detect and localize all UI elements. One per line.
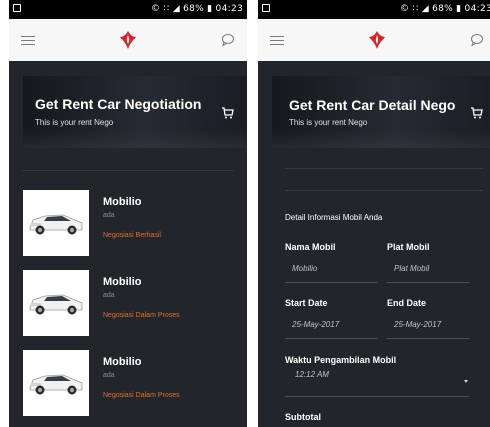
divider — [23, 170, 233, 171]
plat-mobil-label: Plat Mobil — [387, 242, 430, 252]
item-status: Negosiasi Dalam Proses — [103, 312, 180, 319]
chat-icon[interactable] — [470, 33, 484, 47]
nama-mobil-label: Nama Mobil — [285, 242, 336, 252]
list-item[interactable]: Mobilio ada Negosiasi Berhasil — [23, 190, 247, 256]
chat-icon[interactable] — [221, 33, 235, 47]
app-bar — [9, 19, 247, 61]
start-date-underline — [285, 338, 377, 339]
page-title: Get Rent Car Detail Nego — [289, 97, 456, 113]
status-bar-info: © ∷ ◢ 68% ▮ 04:23 — [400, 4, 490, 14]
notification-icon — [13, 4, 21, 12]
car-image — [23, 270, 89, 336]
waktu-label: Waktu Pengambilan Mobil — [285, 355, 397, 365]
item-title: Mobilio — [103, 196, 142, 208]
page-subtitle: This is your rent Nego — [35, 118, 114, 127]
logo-icon[interactable] — [366, 29, 388, 51]
plat-mobil-underline — [387, 282, 469, 283]
cart-icon[interactable] — [221, 106, 235, 120]
negotiation-detail-screen: © ∷ ◢ 68% ▮ 04:23 Get Rent Car Detail Ne… — [258, 0, 490, 427]
status-bar-info: © ∷ ◢ 68% ▮ 04:23 — [151, 4, 243, 14]
end-date-label: End Date — [387, 298, 427, 308]
section-label: Detail Informasi Mobil Anda — [285, 213, 383, 222]
item-status: Negosiasi Dalam Proses — [103, 392, 180, 399]
item-subtitle: ada — [103, 212, 115, 219]
logo-icon[interactable] — [117, 29, 139, 51]
page-title: Get Rent Car Negotiation — [35, 96, 202, 112]
notification-icon — [262, 4, 270, 12]
end-date-value[interactable]: 25-May-2017 — [394, 320, 441, 329]
divider — [285, 190, 483, 191]
divider — [285, 168, 483, 169]
item-subtitle: ada — [103, 292, 115, 299]
list-item[interactable]: Mobilio ada Negosiasi Dalam Proses — [23, 270, 247, 336]
list-item[interactable]: Mobilio ada Negosiasi Dalam Proses — [23, 350, 247, 416]
subtotal-label: Subtotal — [285, 412, 321, 422]
dropdown-arrow-icon[interactable] — [464, 380, 468, 383]
end-date-underline — [387, 338, 469, 339]
cart-icon[interactable] — [470, 106, 484, 120]
page-subtitle: This is your rent Nego — [289, 118, 368, 127]
car-image — [23, 190, 89, 256]
start-date-label: Start Date — [285, 298, 328, 308]
menu-icon[interactable] — [270, 36, 284, 45]
item-title: Mobilio — [103, 356, 142, 368]
plat-mobil-value[interactable]: Plat Mobil — [394, 264, 429, 273]
waktu-underline — [285, 396, 469, 397]
start-date-value[interactable]: 25-May-2017 — [292, 320, 339, 329]
page-header: Get Rent Car Detail Nego This is your re… — [272, 76, 490, 148]
nama-mobil-value[interactable]: Mobilio — [292, 264, 317, 273]
status-bar: © ∷ ◢ 68% ▮ 04:23 — [258, 0, 490, 19]
app-bar — [258, 19, 490, 61]
item-status: Negosiasi Berhasil — [103, 232, 161, 239]
page-header: Get Rent Car Negotiation This is your re… — [23, 76, 247, 148]
nama-mobil-underline — [285, 282, 377, 283]
waktu-value[interactable]: 12:12 AM — [295, 370, 329, 379]
status-bar: © ∷ ◢ 68% ▮ 04:23 — [9, 0, 247, 19]
menu-icon[interactable] — [21, 36, 35, 45]
item-subtitle: ada — [103, 372, 115, 379]
item-title: Mobilio — [103, 276, 142, 288]
car-image — [23, 350, 89, 416]
negotiation-list-screen: © ∷ ◢ 68% ▮ 04:23 Get Rent Car Negotiati… — [9, 0, 247, 427]
